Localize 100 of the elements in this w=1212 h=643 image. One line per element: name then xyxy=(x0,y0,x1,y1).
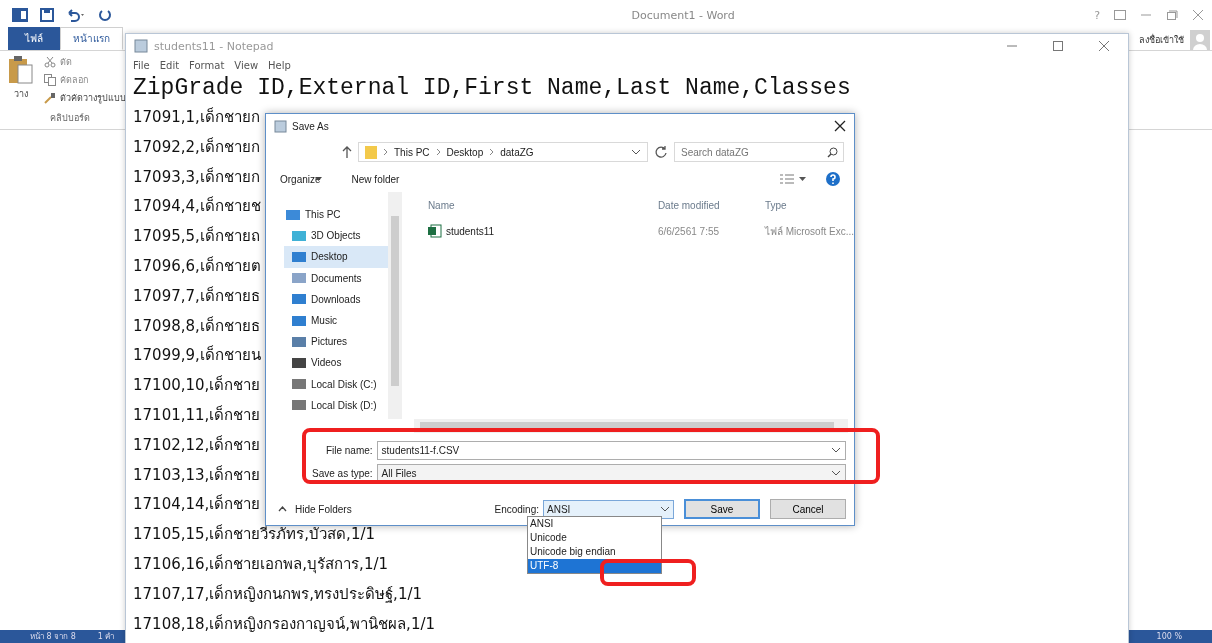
folder-icon xyxy=(292,378,306,391)
file-name[interactable]: students11 xyxy=(445,225,495,237)
search-field[interactable]: Search dataZG xyxy=(674,142,844,162)
sign-in-link[interactable]: ลงชื่อเข้าใช้ xyxy=(1139,33,1184,47)
search-icon[interactable] xyxy=(827,147,838,158)
nav-item[interactable]: Desktop xyxy=(284,246,388,268)
clipboard-icon[interactable] xyxy=(8,55,34,85)
text-line: 17104,14,เด็กชาย xyxy=(133,493,261,516)
view-options-icon[interactable] xyxy=(780,174,806,184)
redo-icon[interactable] xyxy=(98,8,112,22)
menu-item[interactable]: Help xyxy=(268,60,291,71)
hide-folders-button[interactable]: Hide Folders xyxy=(278,503,352,515)
caret-icon xyxy=(314,176,322,182)
field-label: Save as type: xyxy=(312,468,373,479)
scissors-icon[interactable] xyxy=(44,56,56,68)
breadcrumb-item[interactable]: dataZG xyxy=(500,146,534,158)
text-line: ZipGrade ID,External ID,First Name,Last Name,Classes xyxy=(133,74,851,103)
restore-icon[interactable] xyxy=(1166,10,1178,20)
save-button[interactable]: Save xyxy=(684,499,760,519)
folder-icon xyxy=(365,145,377,159)
menu-item[interactable]: View xyxy=(234,60,259,71)
paste-button[interactable]: วาง xyxy=(14,87,28,101)
up-arrow-icon[interactable] xyxy=(342,146,352,158)
text-line: 17096,6,เด็กชายต xyxy=(133,255,261,277)
text-line: 17093,3,เด็กชายก xyxy=(133,166,260,188)
page-count: หน้า 8 จาก 8 xyxy=(30,631,76,643)
cut-button[interactable]: ตัด xyxy=(60,55,72,69)
spreadsheet-icon xyxy=(427,224,442,238)
ribbon-tab[interactable]: ไฟล์ xyxy=(8,27,60,50)
nav-item[interactable]: Local Disk (C:) xyxy=(284,373,388,395)
nav-item[interactable]: This PC xyxy=(284,204,388,226)
maximize-icon[interactable] xyxy=(1052,40,1064,52)
text-line: 17098,8,เด็กชายธ xyxy=(133,315,260,337)
copy-button[interactable]: คัดลอก xyxy=(60,73,88,87)
format-painter-button[interactable]: ตัวคัดวางรูปแบบ xyxy=(60,91,126,105)
ribbon-display-icon[interactable] xyxy=(1114,10,1126,20)
chevron-down-icon[interactable] xyxy=(831,470,841,477)
scrollbar[interactable] xyxy=(387,192,402,419)
menu-item[interactable]: Format xyxy=(189,60,225,71)
breadcrumb-item[interactable]: Desktop xyxy=(446,146,484,158)
text-line: 17099,9,เด็กชายน xyxy=(133,344,261,367)
nav-item[interactable]: Documents xyxy=(284,267,388,289)
nav-item[interactable]: Videos xyxy=(284,352,388,374)
word-icon[interactable] xyxy=(12,8,28,22)
chevron-up-icon xyxy=(278,506,287,512)
close-icon[interactable] xyxy=(834,120,846,132)
nav-item[interactable]: Pictures xyxy=(284,331,388,353)
folder-icon xyxy=(292,356,306,369)
window-title: students11 - Notepad xyxy=(154,39,274,53)
menu-item[interactable]: File xyxy=(133,60,150,71)
ribbon-tab[interactable]: หน้าแรก xyxy=(60,27,123,50)
cancel-button[interactable]: Cancel xyxy=(770,499,846,519)
nav-item[interactable]: Music xyxy=(284,309,388,332)
undo-icon[interactable] xyxy=(66,8,86,22)
column-header[interactable]: Date modified xyxy=(657,199,765,211)
group-label: คลิปบอร์ด xyxy=(50,112,90,125)
chevron-right-icon xyxy=(435,148,441,156)
dropdown-option[interactable]: Unicode xyxy=(528,531,661,545)
notepad-icon xyxy=(134,39,148,53)
paintbrush-icon[interactable] xyxy=(44,92,56,104)
chevron-down-icon[interactable] xyxy=(631,148,641,156)
text-line: 17097,7,เด็กชายธ xyxy=(133,285,260,307)
column-header[interactable]: Name xyxy=(415,199,658,211)
text-line: 17100,10,เด็กชาย xyxy=(133,374,261,397)
zoom-level[interactable]: 100 % xyxy=(1156,632,1182,641)
organize-menu[interactable]: Organize xyxy=(280,173,322,185)
breadcrumb-item[interactable]: This PC xyxy=(394,146,430,158)
refresh-icon[interactable] xyxy=(654,145,668,159)
copy-icon[interactable] xyxy=(44,74,56,86)
word-count: 1 คำ xyxy=(97,631,115,643)
field-label: File name: xyxy=(324,445,373,456)
text-line: 17092,2,เด็กชายก xyxy=(133,136,260,158)
folder-icon xyxy=(292,272,306,285)
folder-icon xyxy=(292,229,306,242)
dialog-title: Save As xyxy=(292,120,329,132)
folder-icon xyxy=(292,250,306,263)
folder-icon xyxy=(292,399,306,412)
dropdown-option[interactable]: Unicode big endian xyxy=(528,545,661,559)
nav-item[interactable]: Downloads xyxy=(284,288,388,310)
column-header[interactable]: Type xyxy=(764,199,854,211)
text-line: 17108,18,เด็กหญิงกรองกาญจน์,พานิชผล,1/1 xyxy=(133,613,436,635)
folder-icon xyxy=(292,293,306,306)
nav-item[interactable]: Local Disk (D:) xyxy=(284,394,388,416)
save-icon[interactable] xyxy=(40,8,54,22)
text-line: 17101,11,เด็กชาย xyxy=(133,404,261,426)
folder-icon xyxy=(292,335,306,348)
address-bar[interactable]: This PC Desktop dataZG xyxy=(358,142,648,162)
chevron-down-icon[interactable] xyxy=(831,447,841,454)
file-name-field[interactable]: students11-f.CSV xyxy=(376,441,846,460)
help-icon[interactable] xyxy=(826,172,840,186)
window-title: Document1 - Word xyxy=(630,8,735,22)
nav-item[interactable]: 3D Objects xyxy=(284,225,388,247)
text-line: 17103,13,เด็กชาย xyxy=(133,464,261,486)
menu-item[interactable]: Edit xyxy=(159,60,180,71)
dropdown-option[interactable]: ANSI xyxy=(528,517,661,531)
new-folder-button[interactable]: New folder xyxy=(351,173,400,185)
text-line: 17094,4,เด็กชายช xyxy=(133,195,261,218)
text-line: 17106,16,เด็กชายเอกพล,บุรัสการ,1/1 xyxy=(133,553,389,576)
chevron-down-icon[interactable] xyxy=(660,505,670,513)
encoding-dropdown[interactable]: ANSI xyxy=(543,499,674,519)
